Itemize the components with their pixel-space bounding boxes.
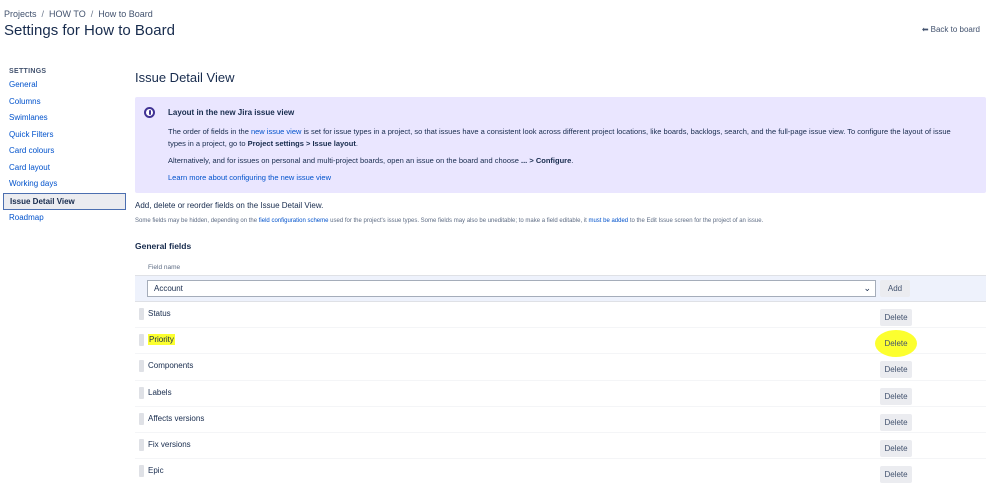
info-paragraph-2: Alternatively, and for issues on persona… — [168, 155, 968, 167]
page-title: Settings for How to Board — [4, 22, 175, 39]
sidebar-item-card-colours[interactable]: Card colours — [3, 143, 126, 160]
general-fields-title: General fields — [135, 241, 192, 251]
project-settings-text: Project settings — [247, 139, 304, 148]
configure-text: Configure — [535, 156, 572, 165]
delete-button[interactable]: Delete — [880, 413, 912, 431]
hint-segment: to the Edit Issue screen for the project… — [628, 218, 764, 224]
field-name: Status — [148, 309, 171, 318]
section-title: Issue Detail View — [135, 70, 235, 85]
info-body: The order of fields in the new issue vie… — [168, 126, 968, 189]
breadcrumb-projects[interactable]: Projects — [4, 9, 37, 19]
field-select-value: Account — [154, 284, 183, 293]
delete-button[interactable]: Delete — [880, 466, 912, 484]
sidebar-item-issue-detail-view[interactable]: Issue Detail View — [3, 192, 126, 210]
field-row: Affects versions Delete — [135, 407, 986, 433]
delete-button[interactable]: Delete — [880, 439, 912, 457]
field-row: Epic Delete — [135, 459, 986, 484]
back-to-board-link[interactable]: ⬅ Back to board — [922, 25, 980, 34]
hint-text: Some fields may be hidden, depending on … — [135, 218, 763, 224]
field-row: Priority Delete — [135, 328, 986, 355]
field-name: Components — [148, 361, 194, 371]
field-name: Affects versions — [148, 413, 205, 423]
breadcrumb-separator: / — [41, 9, 45, 19]
field-select[interactable]: Account ⌄ — [147, 280, 876, 297]
sidebar-heading: SETTINGS — [9, 68, 47, 75]
info-title: Layout in the new Jira issue view — [168, 108, 295, 117]
sidebar-item-quick-filters[interactable]: Quick Filters — [3, 127, 126, 144]
delete-button[interactable]: Delete — [880, 309, 912, 326]
drag-handle-icon[interactable] — [139, 386, 144, 399]
back-arrow-icon: ⬅ — [921, 25, 929, 34]
drag-handle-icon[interactable] — [139, 360, 144, 373]
field-row: Labels Delete — [135, 381, 986, 407]
sidebar-item-columns[interactable]: Columns — [3, 94, 126, 111]
field-name: Priority — [148, 334, 175, 346]
column-header-field-name: Field name — [148, 264, 181, 271]
intro-text: Add, delete or reorder fields on the Iss… — [135, 201, 324, 210]
info-text: > — [527, 156, 536, 165]
drag-handle-icon[interactable] — [139, 465, 144, 478]
field-name: Epic — [148, 466, 164, 476]
add-field-row: Account ⌄ Add — [135, 275, 986, 302]
info-paragraph-1: The order of fields in the new issue vie… — [168, 126, 968, 150]
drag-handle-icon[interactable] — [139, 308, 144, 320]
info-text: . — [355, 139, 358, 148]
field-row: Status Delete — [135, 302, 986, 329]
info-text: Alternatively, and for issues on persona… — [168, 156, 521, 165]
delete-button[interactable]: Delete — [880, 387, 912, 405]
breadcrumb-board[interactable]: How to Board — [98, 9, 153, 19]
hint-segment: Some fields may be hidden, depending on … — [135, 218, 259, 224]
sidebar-item-working-days[interactable]: Working days — [3, 176, 126, 193]
issue-layout-text: Issue layout — [312, 139, 356, 148]
must-be-added-link[interactable]: must be added — [588, 218, 628, 224]
breadcrumb-how-to[interactable]: HOW TO — [49, 9, 86, 19]
sidebar-item-roadmap[interactable]: Roadmap — [3, 210, 126, 227]
delete-button[interactable]: Delete — [880, 335, 912, 353]
field-name: Fix versions — [148, 439, 191, 449]
info-text: . — [571, 156, 574, 165]
chevron-down-icon: ⌄ — [863, 283, 871, 293]
add-field-button[interactable]: Add — [880, 280, 910, 297]
settings-sidebar: SETTINGS General Columns Swimlanes Quick… — [3, 66, 126, 226]
sidebar-item-general[interactable]: General — [3, 77, 126, 94]
info-paragraph-3: Learn more about configuring the new iss… — [168, 172, 968, 184]
info-panel: Layout in the new Jira issue view The or… — [135, 97, 986, 193]
drag-handle-icon[interactable] — [139, 438, 144, 451]
back-to-board-label: Back to board — [930, 25, 980, 34]
general-fields-table: Field name Account ⌄ Add Status Delete P… — [135, 260, 986, 484]
field-row: Components Delete — [135, 354, 986, 381]
info-text: The order of fields in the — [168, 127, 251, 136]
learn-more-link[interactable]: Learn more about configuring the new iss… — [168, 173, 331, 182]
breadcrumb-separator: / — [90, 9, 94, 19]
breadcrumb: Projects / HOW TO / How to Board — [4, 9, 153, 19]
drag-handle-icon[interactable] — [139, 334, 144, 347]
field-configuration-scheme-link[interactable]: field configuration scheme — [259, 218, 329, 224]
new-issue-view-link[interactable]: new issue view — [251, 127, 301, 136]
field-name: Labels — [148, 387, 172, 397]
drag-handle-icon[interactable] — [139, 412, 144, 425]
delete-button[interactable]: Delete — [880, 361, 912, 379]
sidebar-item-card-layout[interactable]: Card layout — [3, 160, 126, 177]
sidebar-item-swimlanes[interactable]: Swimlanes — [3, 110, 126, 127]
hint-segment: used for the project's issue types. Some… — [328, 218, 589, 224]
info-icon — [144, 107, 155, 118]
field-row: Fix versions Delete — [135, 433, 986, 460]
